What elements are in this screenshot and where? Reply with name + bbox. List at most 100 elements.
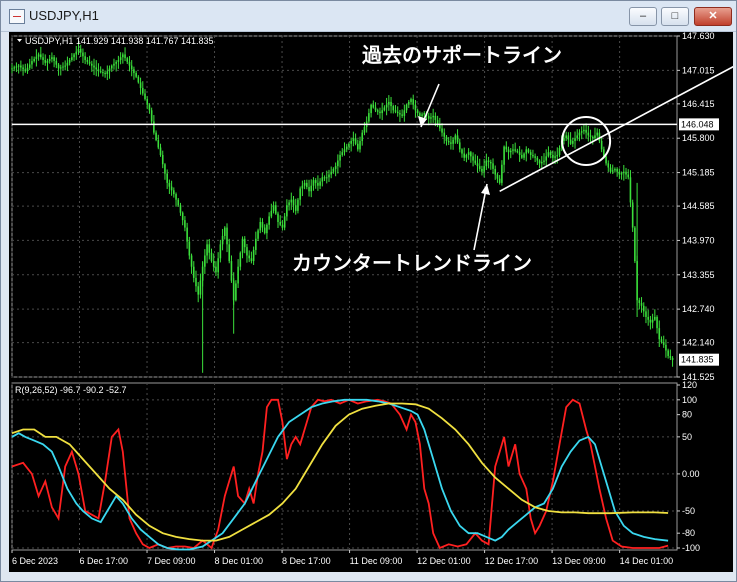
candle-body <box>498 178 501 183</box>
candle-body <box>627 174 630 178</box>
time-tick-label: 14 Dec 01:00 <box>620 556 674 566</box>
candle-body <box>66 62 69 66</box>
candle-body <box>124 54 126 59</box>
candle-body <box>288 202 290 206</box>
candle-body <box>283 216 286 228</box>
candle-body <box>430 117 432 119</box>
candle-body <box>350 141 352 144</box>
candle-body <box>423 113 426 115</box>
candle-body <box>534 156 536 158</box>
candle-body <box>190 255 193 267</box>
close-button[interactable]: ✕ <box>694 7 732 26</box>
candle-body <box>483 166 485 172</box>
candle-body <box>115 61 117 64</box>
candle-body <box>647 316 649 320</box>
candle-body <box>97 69 100 72</box>
candle-body <box>221 235 224 245</box>
candle-body <box>51 57 53 60</box>
candle-body <box>512 149 514 151</box>
candle-body <box>574 138 576 142</box>
candle-body <box>390 101 392 107</box>
terminal-window: USDJPY,H1 ‒ □ ✕ 147.630 147.015 146.415 145… <box>0 0 737 582</box>
candle-body <box>341 152 344 155</box>
candle-body <box>82 52 84 57</box>
candle-body <box>117 60 120 62</box>
candle-body <box>509 150 512 153</box>
candle-body <box>159 147 162 155</box>
candle-body <box>412 99 415 105</box>
candle-body <box>432 115 434 118</box>
window-title: USDJPY,H1 <box>29 8 99 23</box>
indicator-tick-label: 80 <box>682 410 692 420</box>
candle-body <box>337 160 339 167</box>
candle-body <box>22 67 24 70</box>
candle-body <box>71 57 73 61</box>
candle-body <box>319 181 321 186</box>
candle-body <box>580 131 583 133</box>
candle-body <box>361 132 364 142</box>
candle-body <box>456 135 459 143</box>
candle-body <box>416 110 419 114</box>
candle-body <box>609 167 612 172</box>
counter-trend-label: カウンタートレンドライン <box>292 252 532 275</box>
minimize-icon: ‒ <box>639 10 647 22</box>
candle-body <box>277 213 279 222</box>
candle-body <box>246 247 248 256</box>
candle-body <box>135 73 137 77</box>
candle-body <box>88 61 91 64</box>
time-tick-label: 6 Dec 17:00 <box>80 556 129 566</box>
candle-body <box>77 48 80 52</box>
candle-body <box>55 60 58 65</box>
candle-body <box>339 154 341 161</box>
candle-body <box>523 153 525 158</box>
candle-body <box>62 66 64 68</box>
candle-body <box>274 205 277 214</box>
candle-body <box>73 54 75 58</box>
candle-body <box>325 177 328 179</box>
candle-body <box>578 132 581 136</box>
candle-body <box>554 156 556 158</box>
candle-body <box>192 266 195 278</box>
candle-body <box>239 252 242 267</box>
minimize-button[interactable]: ‒ <box>629 7 657 26</box>
candle-body <box>642 305 645 312</box>
candle-body <box>13 67 16 69</box>
time-tick-label: 13 Dec 09:00 <box>552 556 606 566</box>
candle-body <box>186 227 188 242</box>
app-icon <box>9 9 25 24</box>
candle-body <box>168 182 171 187</box>
candle-body <box>210 252 213 262</box>
candle-body <box>443 132 446 137</box>
candle-body <box>303 182 306 186</box>
candle-body <box>454 135 457 140</box>
candle-body <box>268 216 270 225</box>
candle-body <box>594 135 596 139</box>
candle-body <box>591 136 594 139</box>
maximize-button[interactable]: □ <box>661 7 689 26</box>
indicator-tick-label: 100 <box>682 395 697 405</box>
candle-body <box>104 73 106 75</box>
candle-body <box>374 107 377 111</box>
candle-body <box>266 224 268 234</box>
candle-body <box>46 60 49 63</box>
candle-body <box>122 54 124 58</box>
candle-body <box>407 101 410 105</box>
candle-body <box>503 146 505 165</box>
candle-body <box>370 104 372 114</box>
chart-area[interactable]: 147.630 147.015 146.415 145.800 145.185 144.5… <box>9 32 733 572</box>
candle-body <box>157 140 160 148</box>
candle-body <box>224 227 226 236</box>
candle-body <box>352 138 355 142</box>
candle-body <box>525 149 528 154</box>
candle-body <box>401 114 403 116</box>
candle-body <box>11 68 13 70</box>
candle-body <box>250 258 253 262</box>
candle-body <box>654 316 656 320</box>
candle-body <box>212 261 215 267</box>
candle-body <box>638 300 641 303</box>
title-bar: USDJPY,H1 ‒ □ ✕ <box>1 1 736 32</box>
candle-body <box>467 152 470 155</box>
indicator-tick-label: -50 <box>682 506 695 516</box>
candle-body <box>323 177 326 179</box>
candle-body <box>427 115 430 119</box>
